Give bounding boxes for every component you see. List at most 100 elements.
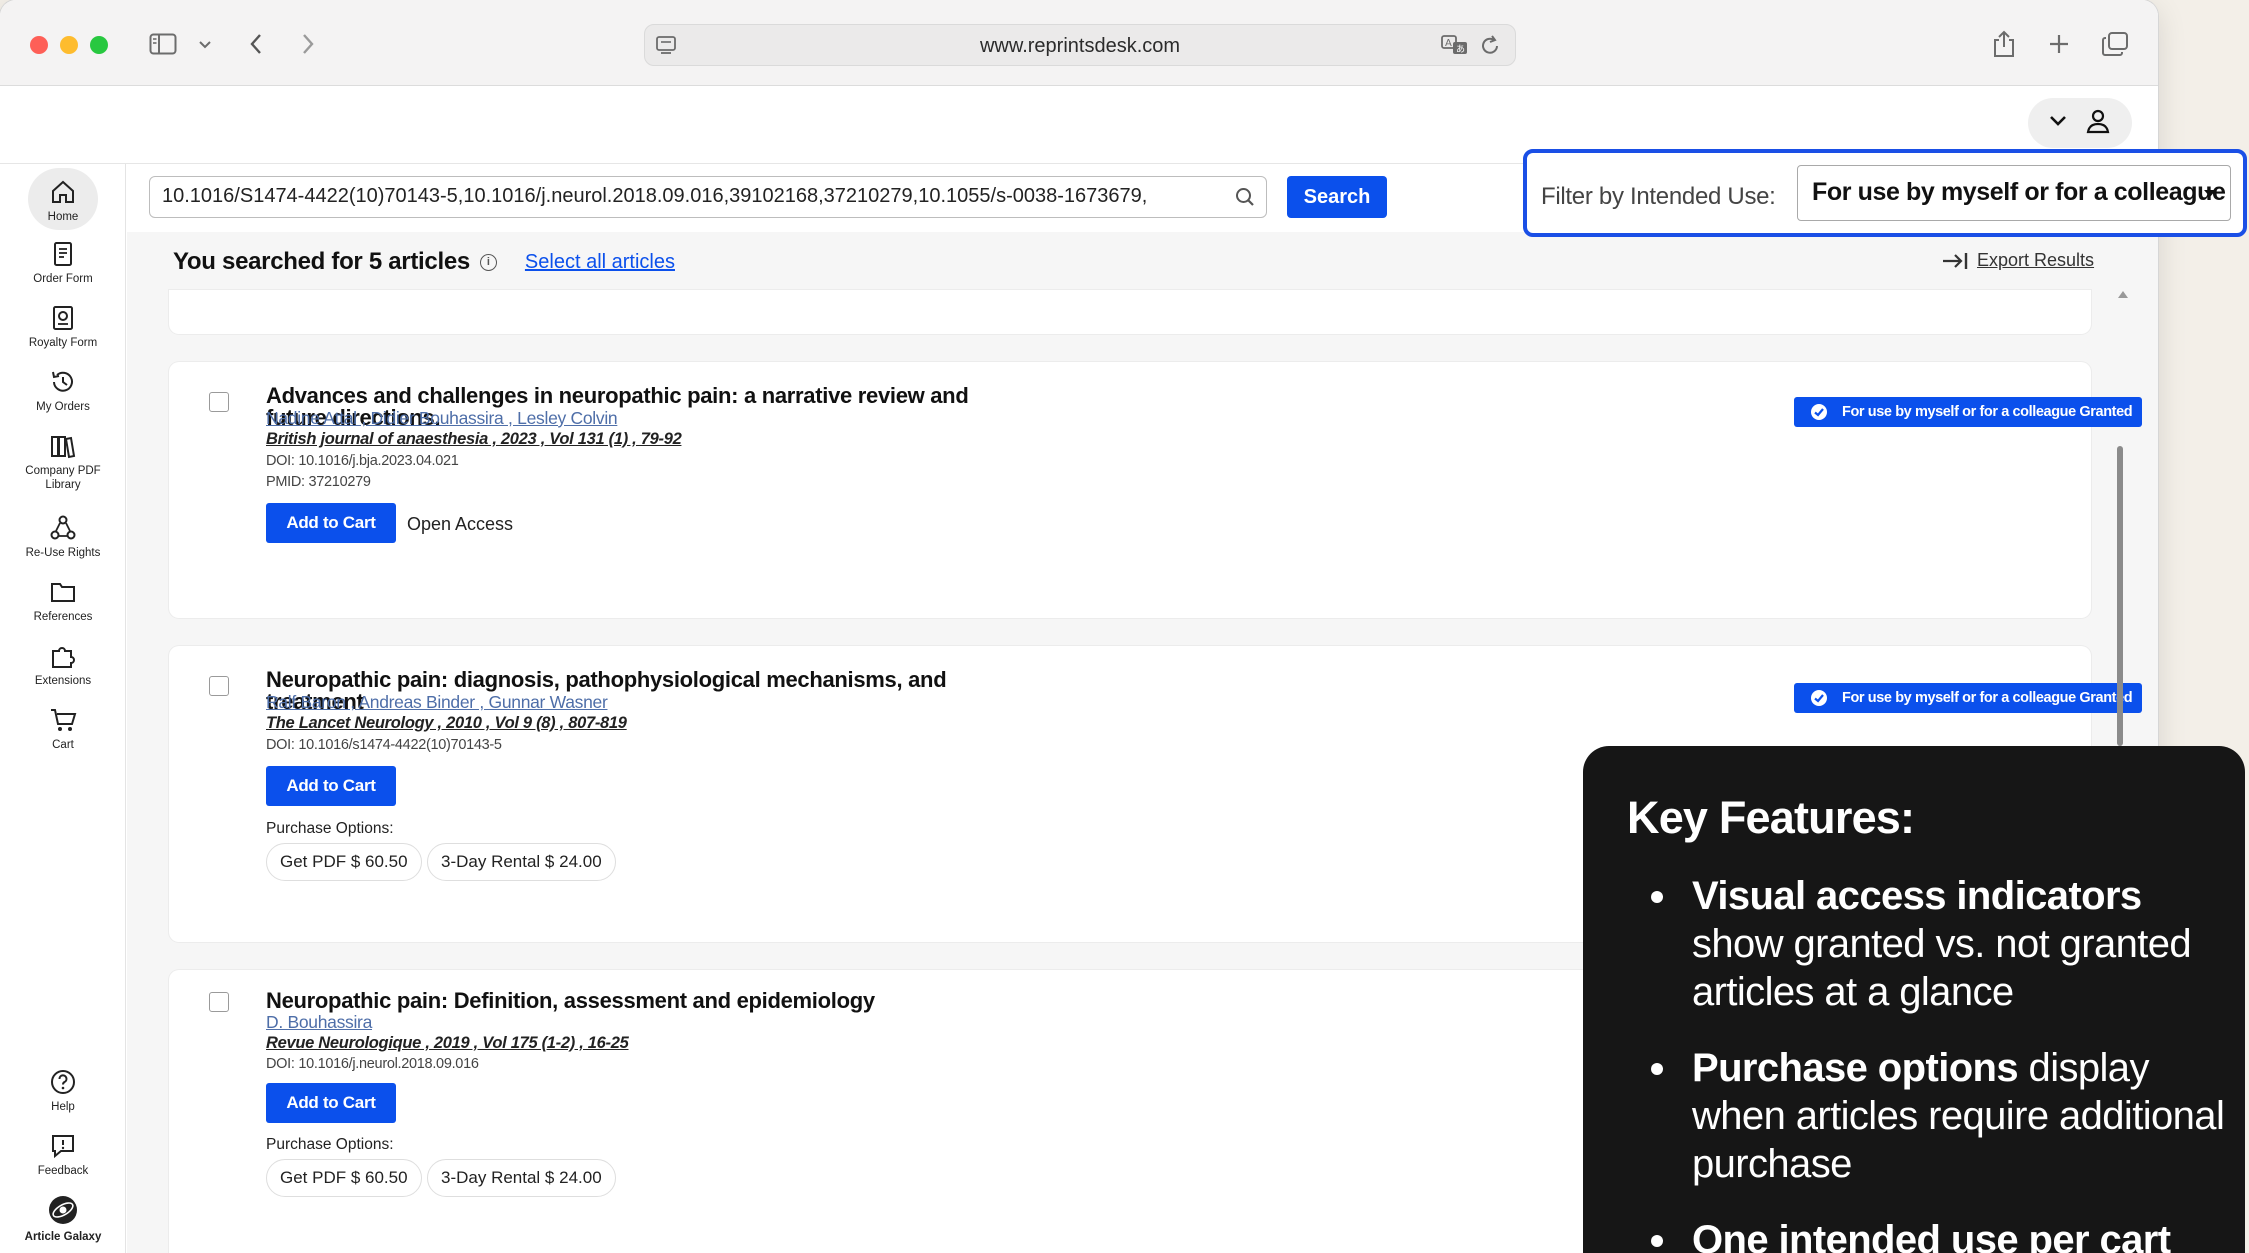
article-doi: DOI: 10.1016/s1474-4422(10)70143-5 [266, 737, 502, 753]
sidebar-item-re-use-rights[interactable]: Re-Use Rights [8, 514, 118, 560]
sidebar-item-cart[interactable]: Cart [8, 706, 118, 752]
article-checkbox[interactable] [209, 676, 229, 696]
article-journal[interactable]: Revue Neurologique , 2019 , Vol 175 (1-2… [266, 1034, 629, 1053]
article-doi: DOI: 10.1016/j.neurol.2018.09.016 [266, 1056, 479, 1072]
check-circle-icon [1811, 690, 1827, 706]
help-icon [51, 1070, 75, 1094]
sidebar-toggle-icon[interactable] [146, 26, 180, 62]
intended-use-filter: Filter by Intended Use: For use by mysel… [1523, 149, 2247, 237]
rental-option[interactable]: 3-Day Rental $ 24.00 [427, 1159, 616, 1197]
feature-item: One intended use per cart [1627, 1216, 2227, 1253]
scroll-up-arrow[interactable] [2118, 291, 2128, 298]
article-authors[interactable]: D. Bouhassira [266, 1012, 372, 1033]
purchase-options-label: Purchase Options: [266, 1136, 394, 1153]
back-arrow-icon[interactable] [244, 26, 268, 62]
add-to-cart-button[interactable]: Add to Cart [266, 766, 396, 806]
account-menu[interactable] [2028, 98, 2132, 148]
select-all-link[interactable]: Select all articles [525, 251, 675, 274]
previous-article-card [169, 290, 2091, 334]
scrollbar-thumb[interactable] [2117, 446, 2123, 746]
export-results-link[interactable]: Export Results [1941, 250, 2094, 271]
sidebar-item-article-galaxy[interactable]: Article Galaxy [8, 1194, 118, 1244]
article-galaxy-logo-icon [49, 1196, 77, 1224]
sidebar-item-my-orders[interactable]: My Orders [8, 368, 118, 414]
search-icon[interactable] [1235, 187, 1255, 212]
tab-overview-icon[interactable] [2100, 26, 2130, 62]
sidebar-item-label: Cart [52, 739, 74, 751]
search-input[interactable]: 10.1016/S1474-4422(10)70143-5,10.1016/j.… [149, 176, 1267, 218]
sidebar-item-home[interactable]: Home [8, 178, 118, 224]
re-use-rights-icon [50, 515, 76, 540]
article-checkbox[interactable] [209, 392, 229, 412]
sidebar-item-label: References [33, 611, 93, 623]
article-checkbox[interactable] [209, 992, 229, 1012]
sidebar-item-label: Royalty Form [28, 337, 98, 349]
add-to-cart-button[interactable]: Add to Cart [266, 503, 396, 543]
home-icon [52, 180, 74, 203]
export-arrow-icon [1943, 252, 1968, 269]
sidebar-item-order-form[interactable]: Order Form [8, 240, 118, 286]
article-authors[interactable]: Ralf Baron , Andreas Binder , Gunnar Was… [266, 692, 608, 713]
article-title[interactable]: Neuropathic pain: Definition, assessment… [266, 990, 986, 1012]
folder-icon [51, 583, 75, 602]
minimize-window-button[interactable] [60, 36, 78, 54]
translate-icon[interactable]: Aあ [1441, 33, 1469, 62]
sidebar-item-label: Home [47, 211, 79, 223]
article-authors[interactable]: Nadine Attal , Didier Bouhassira , Lesle… [266, 408, 618, 429]
order-form-icon [54, 242, 72, 266]
info-icon[interactable]: i [479, 253, 497, 271]
article-journal[interactable]: The Lancet Neurology , 2010 , Vol 9 (8) … [266, 714, 627, 733]
sidebar-item-label: Re-Use Rights [25, 547, 101, 559]
close-window-button[interactable] [30, 36, 48, 54]
article-journal[interactable]: British journal of anaesthesia , 2023 , … [266, 430, 682, 449]
new-tab-plus-icon[interactable] [2046, 26, 2072, 62]
sidebar-item-label: Company PDF Library [25, 465, 101, 491]
browser-titlebar: www.reprintsdesk.com Aあ [0, 0, 2158, 86]
search-button[interactable]: Search [1287, 176, 1387, 218]
cart-icon [51, 709, 77, 731]
sidebar-item-label: My Orders [36, 401, 90, 413]
sidebar-nav: Home Order Form Royalty Form My Orders C… [0, 164, 126, 1253]
article-card: Advances and challenges in neuropathic p… [169, 362, 2142, 618]
caret-down-icon [2204, 190, 2216, 197]
open-access-label: Open Access [407, 514, 514, 534]
rental-option[interactable]: 3-Day Rental $ 24.00 [427, 843, 616, 881]
chevron-down-icon[interactable] [196, 26, 214, 62]
sidebar-item-label: Feedback [37, 1165, 89, 1177]
sidebar-item-company-pdf-library[interactable]: Company PDF Library [8, 432, 118, 492]
zoom-window-button[interactable] [90, 36, 108, 54]
sidebar-item-royalty-form[interactable]: Royalty Form [8, 304, 118, 350]
article-doi: DOI: 10.1016/j.bja.2023.04.021 [266, 453, 459, 469]
sidebar-item-feedback[interactable]: Feedback [8, 1132, 118, 1178]
url-text: www.reprintsdesk.com [979, 35, 1181, 57]
library-icon [51, 436, 76, 459]
user-icon [2085, 108, 2111, 139]
svg-text:A: A [1445, 38, 1452, 49]
address-bar[interactable]: www.reprintsdesk.com Aあ [644, 24, 1516, 66]
access-granted-badge: For use by myself or for a colleague Gra… [1794, 683, 2142, 713]
royalty-form-icon [53, 306, 73, 330]
reload-icon[interactable] [1479, 33, 1501, 62]
sidebar-item-label: Extensions [34, 675, 92, 687]
svg-text:あ: あ [1456, 44, 1465, 55]
sidebar-item-label: Help [51, 1101, 75, 1113]
puzzle-icon [52, 647, 75, 668]
forward-arrow-icon[interactable] [296, 26, 320, 62]
get-pdf-option[interactable]: Get PDF $ 60.50 [266, 1159, 422, 1197]
history-icon [52, 371, 73, 392]
sidebar-item-help[interactable]: Help [8, 1068, 118, 1114]
sidebar-item-references[interactable]: References [8, 578, 118, 624]
article-pmid: PMID: 37210279 [266, 474, 371, 490]
share-icon[interactable] [1990, 26, 2018, 62]
key-features-list: Visual access indicators show granted vs… [1627, 872, 2227, 1253]
results-header: You searched for 5 articles i Select all… [173, 248, 675, 276]
key-features-title: Key Features: [1627, 792, 1915, 843]
sidebar-item-extensions[interactable]: Extensions [8, 642, 118, 688]
get-pdf-option[interactable]: Get PDF $ 60.50 [266, 843, 422, 881]
feature-item: Purchase options display when articles r… [1627, 1044, 2227, 1188]
chevron-down-icon [2049, 114, 2067, 132]
intended-use-select[interactable]: For use by myself or for a colleague [1797, 165, 2231, 221]
add-to-cart-button[interactable]: Add to Cart [266, 1083, 396, 1123]
check-circle-icon [1811, 404, 1827, 420]
access-granted-badge: For use by myself or for a colleague Gra… [1794, 397, 2142, 427]
